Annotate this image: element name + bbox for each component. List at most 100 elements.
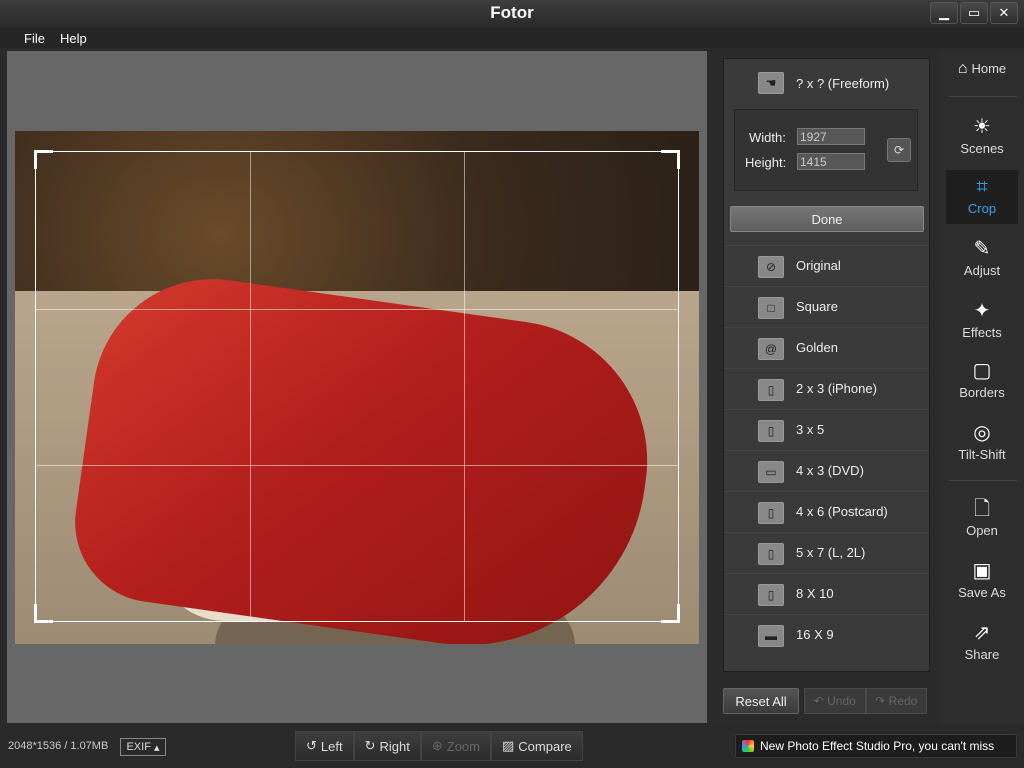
- preset-label: 16 X 9: [796, 627, 834, 642]
- rotate-left-button[interactable]: ↺ Left: [295, 731, 354, 761]
- done-button[interactable]: Done: [730, 206, 924, 232]
- sidebar-label: Tilt-Shift: [958, 447, 1006, 462]
- width-input[interactable]: [797, 128, 865, 145]
- compare-label: Compare: [518, 738, 572, 754]
- zoom-label: Zoom: [446, 738, 480, 754]
- crop-grid-line: [250, 152, 251, 621]
- exif-button[interactable]: EXIF ▴: [120, 738, 166, 756]
- sidebar-item-effects[interactable]: ✦ Effects: [946, 294, 1018, 348]
- sun-icon: ☀: [973, 116, 991, 138]
- preset-8x10[interactable]: ▯ 8 X 10: [724, 573, 929, 613]
- sidebar-label: Open: [966, 523, 998, 538]
- maximize-button[interactable]: ▭: [960, 2, 988, 24]
- freeform-label: ? x ? (Freeform): [796, 76, 890, 91]
- sidebar-label: Home: [971, 61, 1007, 76]
- portrait-rect-icon: ▯: [758, 379, 784, 401]
- preset-square[interactable]: □ Square: [724, 286, 929, 326]
- window-title: Fotor: [490, 3, 534, 22]
- undo-icon: ↶: [813, 694, 824, 708]
- redo-button[interactable]: ↷ Redo: [865, 688, 927, 714]
- dimensions-box: Width: Height: ⟳: [734, 109, 918, 191]
- preset-5x7[interactable]: ▯ 5 x 7 (L, 2L): [724, 532, 929, 572]
- undo-button[interactable]: ↶ Undo: [804, 688, 866, 714]
- sidebar-label: Borders: [959, 385, 1005, 400]
- preset-label: Square: [796, 299, 838, 314]
- spiral-icon: @: [758, 338, 784, 360]
- sidebar-label: Share: [964, 647, 1000, 662]
- preset-4x6[interactable]: ▯ 4 x 6 (Postcard): [724, 491, 929, 531]
- redo-icon: ↷: [875, 694, 886, 708]
- rotate-right-button[interactable]: ↻ Right: [353, 731, 421, 761]
- preset-4x3[interactable]: ▭ 4 x 3 (DVD): [724, 450, 929, 490]
- rotate-left-icon: ↺: [306, 738, 317, 753]
- pencil-icon: ✎: [973, 238, 991, 260]
- preset-label: 5 x 7 (L, 2L): [796, 545, 866, 560]
- sidebar-item-tilt-shift[interactable]: ◎ Tilt-Shift: [946, 416, 1018, 470]
- swap-icon: ⟳: [893, 143, 905, 157]
- preset-label: 8 X 10: [796, 586, 834, 601]
- sidebar-item-share[interactable]: ⇗ Share: [946, 616, 1018, 670]
- width-label: Width:: [749, 130, 786, 145]
- promo-text: New Photo Effect Studio Pro, you can't m…: [760, 739, 995, 753]
- preset-golden[interactable]: @ Golden: [724, 327, 929, 367]
- preset-label: 3 x 5: [796, 422, 825, 437]
- sidebar-label: Scenes: [960, 141, 1004, 156]
- menu-help[interactable]: Help: [60, 31, 87, 46]
- caret-up-icon: ▴: [153, 741, 160, 754]
- portrait-rect-icon: ▯: [758, 543, 784, 565]
- sidebar-label: Adjust: [963, 263, 1001, 278]
- portrait-rect-icon: ▯: [758, 502, 784, 524]
- exif-label: EXIF: [126, 741, 151, 753]
- compare-button[interactable]: ▨ Compare: [491, 731, 583, 761]
- preset-3x5[interactable]: ▯ 3 x 5: [724, 409, 929, 449]
- preset-label: 4 x 3 (DVD): [796, 463, 864, 478]
- preset-label: Golden: [796, 340, 838, 355]
- redo-label: Redo: [888, 694, 918, 708]
- preset-original[interactable]: ⊘ Original: [724, 245, 929, 285]
- crop-handle-bottom-right[interactable]: [661, 604, 680, 623]
- save-icon: ▣: [972, 560, 992, 582]
- undo-label: Undo: [827, 694, 856, 708]
- crop-frame[interactable]: [34, 150, 680, 623]
- image-info: 2048*1536 / 1.07MB: [8, 740, 109, 752]
- sidebar-item-scenes[interactable]: ☀ Scenes: [946, 110, 1018, 164]
- no-symbol-icon: ⊘: [758, 256, 784, 278]
- target-icon: ◎: [973, 422, 991, 444]
- preset-2x3[interactable]: ▯ 2 x 3 (iPhone): [724, 368, 929, 408]
- freeform-preset[interactable]: ☚ ? x ? (Freeform): [724, 59, 929, 105]
- crop-handle-top-right[interactable]: [661, 150, 680, 169]
- height-input[interactable]: [797, 153, 865, 170]
- crop-icon: ⌗: [976, 176, 988, 198]
- crop-handle-bottom-left[interactable]: [34, 604, 53, 623]
- swap-dimensions-button[interactable]: ⟳: [887, 138, 911, 162]
- sidebar-item-open[interactable]: 🗋 Open: [946, 492, 1018, 546]
- promo-banner[interactable]: New Photo Effect Studio Pro, you can't m…: [735, 734, 1017, 758]
- square-icon: □: [758, 297, 784, 319]
- zoom-button[interactable]: ⊕ Zoom: [420, 731, 491, 761]
- portrait-rect-icon: ▯: [758, 584, 784, 606]
- sidebar-label: Crop: [967, 201, 997, 216]
- preset-16x9[interactable]: ▬ 16 X 9: [724, 614, 929, 654]
- minimize-button[interactable]: ▁: [930, 2, 958, 24]
- sidebar-item-home[interactable]: ⌂ Home: [946, 52, 1018, 106]
- sidebar-item-borders[interactable]: ▢ Borders: [946, 354, 1018, 408]
- reset-all-button[interactable]: Reset All: [723, 688, 799, 714]
- title-bar: Fotor ▁ ▭ ✕: [0, 0, 1024, 28]
- wide-rect-icon: ▬: [758, 625, 784, 647]
- menu-file[interactable]: File: [24, 31, 45, 46]
- sidebar-item-adjust[interactable]: ✎ Adjust: [946, 232, 1018, 286]
- landscape-rect-icon: ▭: [758, 461, 784, 483]
- rotate-right-icon: ↻: [364, 738, 376, 753]
- preset-label: 4 x 6 (Postcard): [796, 504, 888, 519]
- sidebar-item-crop[interactable]: ⌗ Crop: [946, 170, 1018, 224]
- sidebar-label: Save As: [958, 585, 1006, 600]
- portrait-rect-icon: ▯: [758, 420, 784, 442]
- rotate-right-label: Right: [379, 738, 410, 754]
- crop-panel: ☚ ? x ? (Freeform) Width: Height: ⟳ Done…: [723, 58, 930, 672]
- close-button[interactable]: ✕: [990, 2, 1018, 24]
- sidebar-item-save-as[interactable]: ▣ Save As: [946, 554, 1018, 608]
- preset-label: Original: [796, 258, 841, 273]
- share-icon: ⇗: [973, 622, 991, 644]
- crop-handle-top-left[interactable]: [34, 150, 53, 169]
- view-tools: ↺ Left ↻ Right ⊕ Zoom ▨ Compare: [295, 731, 583, 761]
